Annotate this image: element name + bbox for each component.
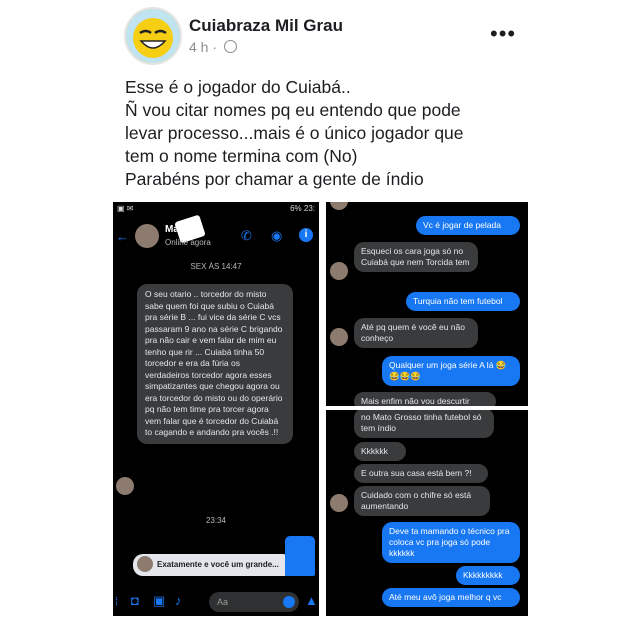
incoming-message: Mais enfim não vou descurtir xyxy=(354,392,496,406)
emoji-avatar-icon xyxy=(126,9,180,63)
outgoing-message: Vc é jogar de pelada xyxy=(416,216,520,235)
post-time[interactable]: 4 h · xyxy=(189,39,217,55)
message-composer: ⁞ ◘ ▣ ♪ Aa ▲ xyxy=(113,588,319,616)
image-icon[interactable]: ▣ xyxy=(153,594,165,608)
preview-text: Exatamente e você um grande... xyxy=(157,560,279,569)
outgoing-message: Até meu avô joga melhor q vc xyxy=(382,588,520,607)
caption-line: tem o nome termina com (No) xyxy=(125,146,358,166)
phone-status-bar: ▣ ✉ 6% 23: xyxy=(117,204,315,213)
message-preview[interactable]: Exatamente e você um grande... xyxy=(133,554,293,576)
more-options-button[interactable]: ••• xyxy=(490,21,516,47)
post-meta: 4 h · xyxy=(189,39,237,55)
like-button-icon[interactable]: ▲ xyxy=(305,594,318,608)
preview-avatar xyxy=(137,556,153,572)
caption-line: levar processo...mais é o único jogador … xyxy=(125,123,464,143)
post-header: Cuiabraza Mil Grau 4 h · ••• xyxy=(0,0,640,65)
incoming-message: Cuidado com o chifre só está aumentando xyxy=(354,486,490,516)
date-stamp: SEX ÀS 14:47 xyxy=(190,262,242,271)
menu-icon[interactable]: ⁞ xyxy=(115,595,118,609)
outgoing-message: Kkkkkkkkk xyxy=(456,566,520,585)
sender-avatar xyxy=(330,202,348,210)
contact-status: Online agora xyxy=(165,238,211,247)
chat-screenshot-1[interactable]: ▣ ✉ 6% 23: ← Ma Online agora ✆ ◉ i SEX À… xyxy=(113,202,319,616)
info-icon[interactable]: i xyxy=(299,228,313,242)
time-stamp: 23:34 xyxy=(205,516,227,525)
camera-icon[interactable]: ◘ xyxy=(131,594,139,608)
incoming-message: Kkkkkk xyxy=(354,442,406,461)
composer-placeholder: Aa xyxy=(217,597,229,607)
incoming-message: O seu otario .. torcedor do misto sabe q… xyxy=(137,284,293,444)
status-time: 6% 23: xyxy=(290,204,315,213)
sender-avatar xyxy=(330,262,348,280)
caption-line: Ñ vou citar nomes pq eu entendo que pode xyxy=(125,100,461,120)
outgoing-message: Deve ta mamando o técnico pra coloca vc … xyxy=(382,522,520,563)
emoji-icon[interactable] xyxy=(283,596,295,608)
chat-header: ← Ma Online agora ✆ ◉ i xyxy=(113,214,319,256)
chat-screenshot-2[interactable]: Vc é jogar de pelada Esqueci os cara jog… xyxy=(326,202,528,406)
incoming-message: Até pq quem é você eu não conheço xyxy=(354,318,478,348)
incoming-message: Esqueci os cara joga só no Cuiabá que ne… xyxy=(354,242,478,272)
back-arrow-icon[interactable]: ← xyxy=(116,230,129,244)
post-caption: Esse é o jogador do Cuiabá.. Ñ vou citar… xyxy=(125,76,525,191)
like-icon[interactable] xyxy=(285,536,315,576)
incoming-message: no Mato Grosso tinha futebol só tem índi… xyxy=(354,410,494,438)
chat-screenshot-3[interactable]: no Mato Grosso tinha futebol só tem índi… xyxy=(326,410,528,616)
incoming-message: E outra sua casa está bem ?! xyxy=(354,464,488,483)
video-icon[interactable]: ◉ xyxy=(271,229,282,243)
outgoing-message: Qualquer um joga série A lá 😂😂😂😂 xyxy=(382,356,520,386)
page-avatar[interactable] xyxy=(124,7,182,65)
outgoing-message: Turquia não tem futebol xyxy=(406,292,520,311)
mic-icon[interactable]: ♪ xyxy=(175,594,182,608)
page-name[interactable]: Cuiabraza Mil Grau xyxy=(189,16,343,36)
sender-avatar xyxy=(330,494,348,512)
phone-icon[interactable]: ✆ xyxy=(241,229,252,243)
sender-avatar xyxy=(330,328,348,346)
caption-line: Parabéns por chamar a gente de índio xyxy=(125,169,424,189)
caption-line: Esse é o jogador do Cuiabá.. xyxy=(125,77,351,97)
sender-avatar xyxy=(116,477,134,495)
contact-avatar[interactable] xyxy=(135,224,159,248)
globe-icon xyxy=(223,40,237,53)
